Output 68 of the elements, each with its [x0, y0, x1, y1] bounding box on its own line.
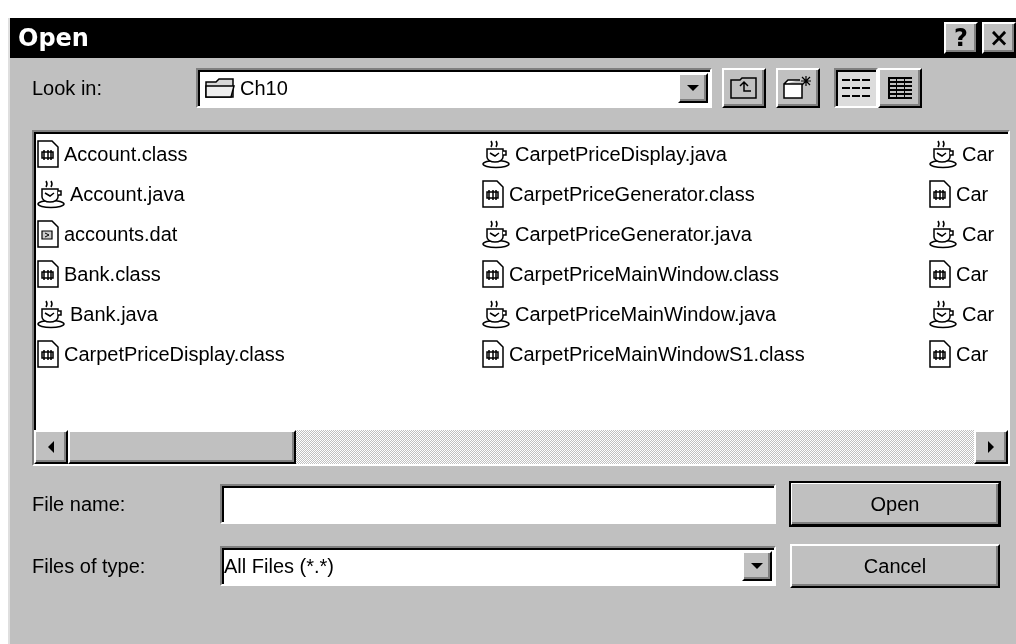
- caret-icon: [751, 563, 763, 569]
- look-in-value: Ch10: [239, 76, 289, 100]
- dropdown-button[interactable]: [742, 551, 772, 581]
- details-view-button[interactable]: [878, 68, 922, 108]
- file-item[interactable]: Car: [926, 334, 1006, 374]
- file-name-field[interactable]: [220, 484, 776, 524]
- file-item[interactable]: CarpetPriceGenerator.java: [479, 214, 926, 254]
- scroll-left-button[interactable]: [34, 430, 68, 464]
- file-item[interactable]: CarpetPriceMainWindow.class: [479, 254, 926, 294]
- dropdown-button[interactable]: [678, 73, 708, 103]
- new-folder-icon: [782, 74, 814, 102]
- caret-icon: [687, 85, 699, 91]
- file-item[interactable]: CarpetPriceMainWindowS1.class: [479, 334, 926, 374]
- details-view-icon: [886, 75, 914, 101]
- class-file-icon: [481, 259, 505, 289]
- document-icon: [36, 219, 60, 249]
- coffee-cup-icon: [481, 219, 511, 249]
- file-item[interactable]: Account.java: [34, 174, 479, 214]
- coffee-cup-icon: [928, 219, 958, 249]
- help-button[interactable]: ?: [944, 22, 978, 54]
- class-file-icon: [928, 259, 952, 289]
- window-title: Open: [18, 24, 90, 52]
- file-item[interactable]: Account.class: [34, 134, 479, 174]
- list-view-button[interactable]: [834, 68, 878, 108]
- file-name-label: File name:: [32, 492, 127, 516]
- file-item[interactable]: Car: [926, 254, 1006, 294]
- open-button[interactable]: Open: [790, 482, 1000, 526]
- class-file-icon: [36, 259, 60, 289]
- class-file-icon: [481, 179, 505, 209]
- file-item[interactable]: Bank.java: [34, 294, 479, 334]
- right-arrow-icon: [988, 441, 994, 453]
- coffee-cup-icon: [481, 139, 511, 169]
- class-file-icon: [36, 139, 60, 169]
- coffee-cup-icon: [481, 299, 511, 329]
- file-item[interactable]: CarpetPriceDisplay.java: [479, 134, 926, 174]
- class-file-icon: [928, 179, 952, 209]
- file-item[interactable]: Car: [926, 174, 1006, 214]
- look-in-label: Look in:: [32, 76, 104, 100]
- class-file-icon: [481, 339, 505, 369]
- look-in-dropdown[interactable]: Ch10: [196, 68, 712, 108]
- scrollbar-thumb[interactable]: [68, 430, 296, 464]
- file-type-dropdown[interactable]: All Files (*.*): [220, 546, 776, 586]
- coffee-cup-icon: [36, 179, 66, 209]
- up-folder-icon: [729, 75, 759, 101]
- file-type-value: All Files (*.*): [223, 554, 335, 578]
- cancel-button[interactable]: Cancel: [790, 544, 1000, 588]
- left-arrow-icon: [48, 441, 54, 453]
- list-view-icon: [841, 76, 871, 100]
- file-item[interactable]: Car: [926, 294, 1006, 334]
- coffee-cup-icon: [928, 299, 958, 329]
- up-folder-button[interactable]: [722, 68, 766, 108]
- file-item[interactable]: Car: [926, 134, 1006, 174]
- new-folder-button[interactable]: [776, 68, 820, 108]
- scroll-right-button[interactable]: [974, 430, 1008, 464]
- class-file-icon: [36, 339, 60, 369]
- file-item[interactable]: Car: [926, 214, 1006, 254]
- file-item[interactable]: Bank.class: [34, 254, 479, 294]
- horizontal-scrollbar[interactable]: [34, 430, 1008, 464]
- file-item[interactable]: CarpetPriceGenerator.class: [479, 174, 926, 214]
- folder-icon: [204, 76, 238, 100]
- file-item[interactable]: CarpetPriceDisplay.class: [34, 334, 479, 374]
- file-item[interactable]: accounts.dat: [34, 214, 479, 254]
- coffee-cup-icon: [36, 299, 66, 329]
- file-item[interactable]: CarpetPriceMainWindow.java: [479, 294, 926, 334]
- class-file-icon: [928, 339, 952, 369]
- file-type-label: Files of type:: [32, 554, 147, 578]
- coffee-cup-icon: [928, 139, 958, 169]
- close-button[interactable]: ×: [982, 22, 1016, 54]
